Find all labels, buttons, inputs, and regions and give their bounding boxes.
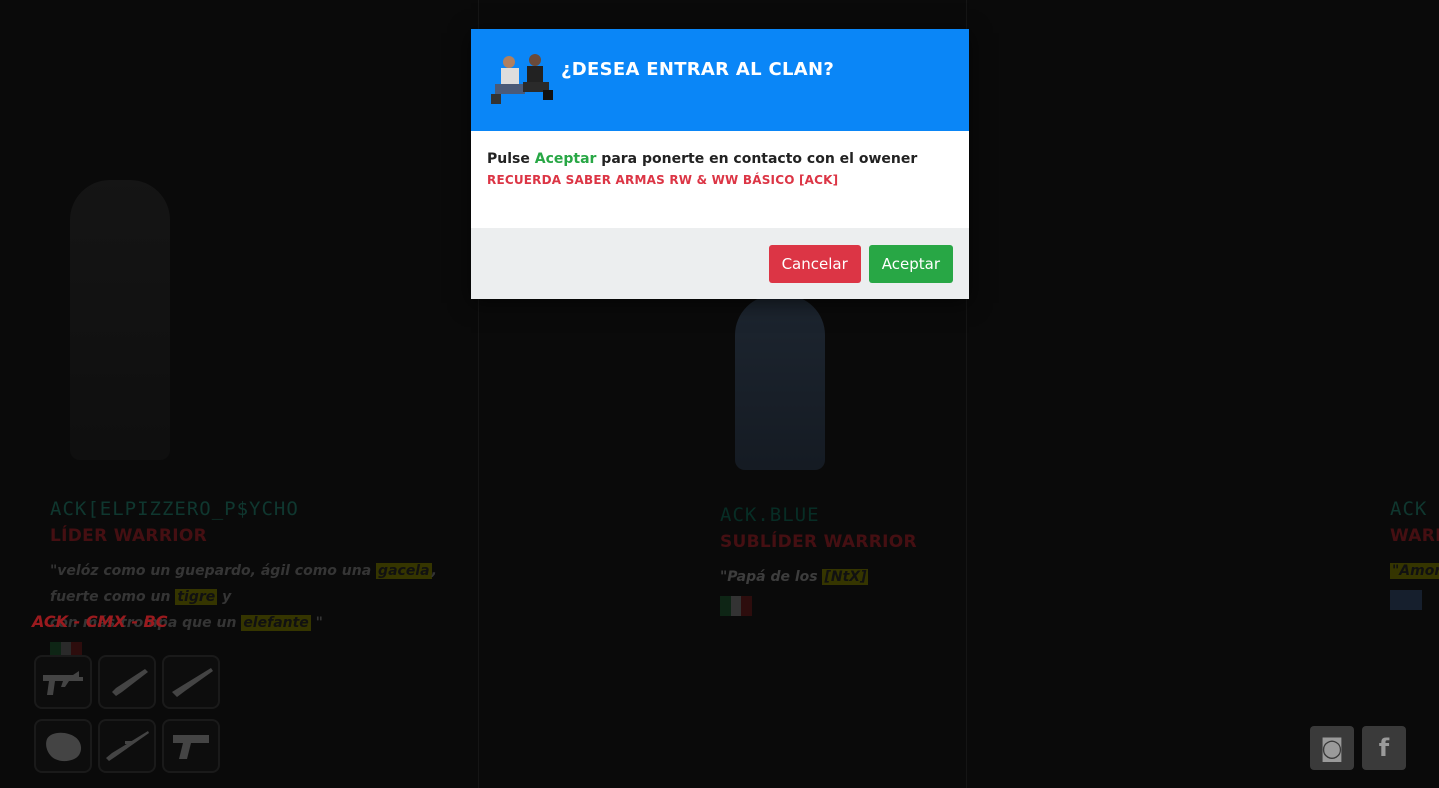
modal-message: Pulse Aceptar para ponerte en contacto c… (487, 151, 918, 167)
pistol-icon (162, 719, 220, 773)
accept-button[interactable]: Aceptar (868, 244, 953, 283)
clan-tag: ACK - CMX - BC (32, 612, 168, 631)
gang-members-image (487, 50, 557, 110)
sniper-icon (98, 719, 156, 773)
facebook-button[interactable]: f (1362, 726, 1406, 770)
modal-footer: Cancelar Aceptar (471, 228, 969, 299)
shotgun-icon (98, 655, 156, 709)
join-clan-modal: ¿DESEA ENTRAR AL CLAN? Pulse Aceptar par… (471, 29, 969, 299)
smg-icon (34, 655, 92, 709)
discord-button[interactable]: ◙ (1310, 726, 1354, 770)
modal-body: Pulse Aceptar para ponerte en contacto c… (471, 131, 969, 228)
modal-header: ¿DESEA ENTRAR AL CLAN? (471, 29, 969, 131)
modal-warning: RECUERDA SABER ARMAS RW & WW BÁSICO [ACK… (487, 173, 839, 187)
cancel-button[interactable]: Cancelar (768, 244, 861, 283)
facebook-icon: f (1378, 734, 1390, 762)
accept-highlight: Aceptar (534, 151, 597, 167)
modal-title: ¿DESEA ENTRAR AL CLAN? (561, 58, 835, 80)
weapon-grid (34, 655, 220, 773)
rifle-icon (162, 655, 220, 709)
discord-icon: ◙ (1320, 734, 1344, 762)
fist-icon (34, 719, 92, 773)
